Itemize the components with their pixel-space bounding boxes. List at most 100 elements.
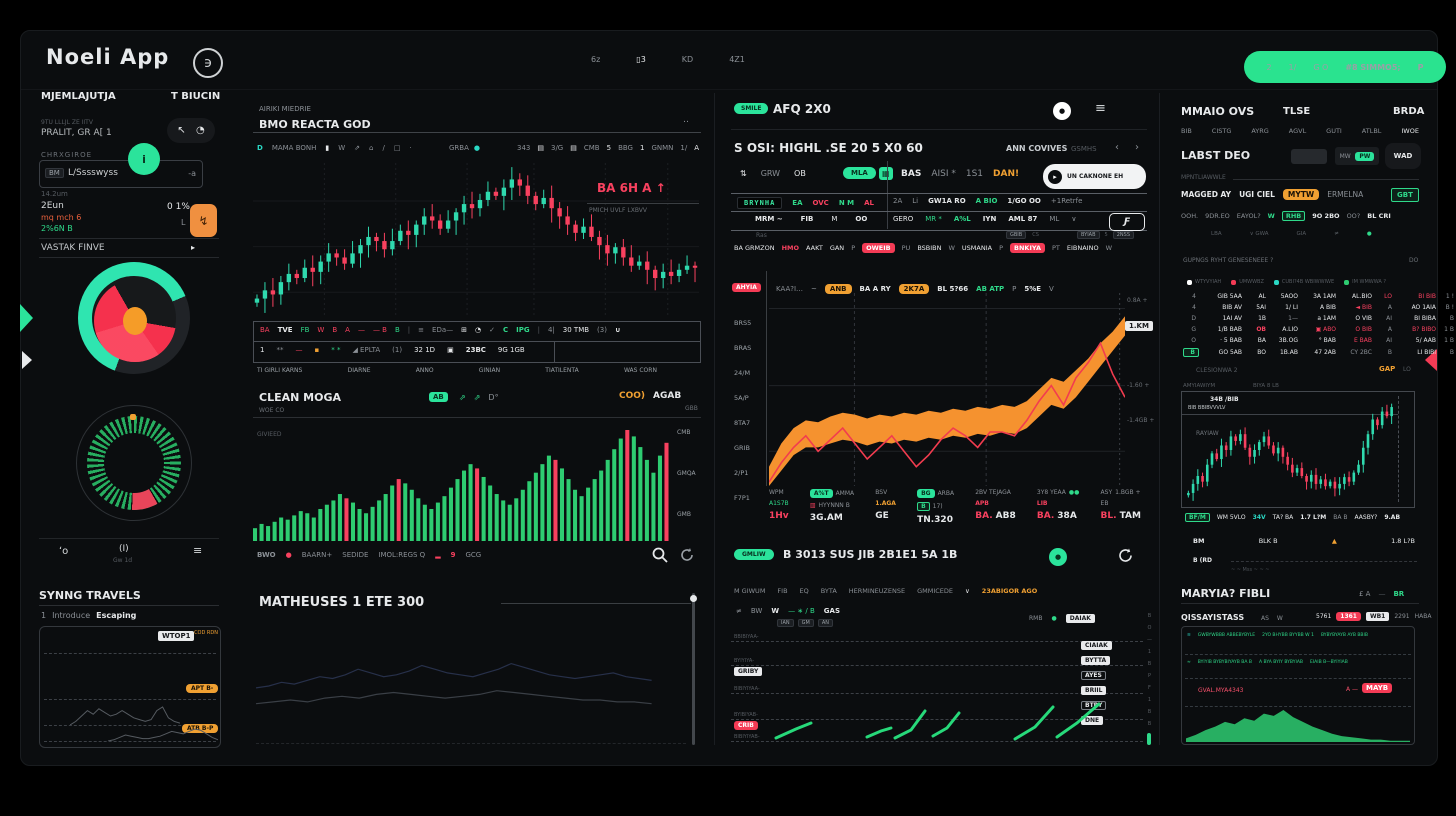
toolbar-item[interactable]: ⇗ bbox=[354, 144, 360, 152]
symbol-chip[interactable]: OWEIB bbox=[862, 243, 895, 253]
filter-pill[interactable]: MLA bbox=[843, 167, 876, 179]
ticker-item[interactable]: ▯3 bbox=[636, 55, 646, 64]
symbol-chip[interactable]: W bbox=[1106, 244, 1112, 252]
positions-header-item[interactable]: M GIWUM bbox=[734, 587, 765, 595]
orders-tab[interactable]: AS bbox=[1261, 615, 1269, 622]
symbol-chip[interactable]: EIBNAINO bbox=[1067, 244, 1099, 252]
toolbox-control[interactable]: 4| bbox=[548, 326, 555, 334]
filter-tag[interactable]: DAN! bbox=[993, 169, 1019, 179]
positions-header-item[interactable]: HERMINEUZENSE bbox=[849, 587, 905, 595]
legend-chip[interactable]: GM bbox=[798, 619, 814, 627]
toolbar-range-item[interactable]: 343 bbox=[517, 144, 530, 152]
symbol-chip[interactable]: BA GRMZON bbox=[734, 244, 775, 252]
legend-chip[interactable]: IAN bbox=[777, 619, 794, 627]
toolbar-range-item[interactable]: GNMN bbox=[651, 144, 673, 152]
toolbox-control[interactable]: — bbox=[358, 326, 365, 334]
toolbar-item[interactable]: ▮ bbox=[325, 144, 329, 152]
quick-action-button[interactable]: ↯ bbox=[190, 204, 217, 237]
toolbox-control[interactable]: IPG bbox=[516, 326, 529, 334]
footer-filter[interactable]: IMOL:REGS Q bbox=[378, 551, 425, 559]
toolbox-control[interactable]: ◔ bbox=[475, 326, 481, 334]
info-icon[interactable]: (I) bbox=[119, 544, 129, 554]
trend-arrow-icon[interactable]: D° bbox=[488, 393, 498, 402]
apt-badge[interactable]: APT B- bbox=[186, 684, 218, 693]
toolbox-stat[interactable]: — bbox=[295, 346, 302, 354]
filter-icon[interactable]: OB bbox=[794, 169, 806, 178]
chart-title-more[interactable]: ‥ bbox=[683, 115, 689, 125]
positions-header-item[interactable]: BYTA bbox=[821, 587, 837, 595]
toolbox-control[interactable]: B bbox=[332, 326, 337, 334]
search-icon[interactable] bbox=[651, 546, 669, 564]
toolbox-control[interactable]: A bbox=[345, 326, 350, 334]
magged-item[interactable]: MAGGED AY bbox=[1181, 190, 1231, 199]
ticker-item[interactable]: 4Z1 bbox=[729, 55, 745, 64]
toolbox-stat[interactable]: ▪ bbox=[314, 346, 319, 354]
symbol-chip[interactable]: BNKIYA bbox=[1010, 243, 1045, 253]
tiny-item[interactable]: ● bbox=[1367, 231, 1372, 237]
toolbar-range-item[interactable]: 1 bbox=[640, 144, 644, 152]
toolbox-control[interactable]: ≡ bbox=[418, 326, 424, 334]
notification-badge[interactable]: i bbox=[128, 143, 160, 175]
exchange-input[interactable]: BM L/Sssswyss -a bbox=[39, 160, 203, 188]
toolbar-range-item[interactable]: 1/ bbox=[680, 144, 687, 152]
record-button[interactable]: ● bbox=[1053, 102, 1071, 120]
gbt-badge[interactable]: GBT bbox=[1391, 188, 1419, 202]
trend-arrow-icon[interactable]: ⇗ bbox=[474, 393, 481, 402]
latest-input[interactable] bbox=[1291, 149, 1327, 164]
filter-tag[interactable]: 1S1 bbox=[966, 169, 983, 179]
trend-arrow-icon[interactable]: ⇗ bbox=[459, 393, 466, 402]
toolbox-stat[interactable]: ** bbox=[276, 346, 283, 354]
brand-mark-icon[interactable]: ϶ bbox=[193, 48, 223, 78]
menu-lines-icon[interactable]: ≡ bbox=[193, 544, 202, 557]
mini-chart-panel[interactable]: 34B /BIB BIB BBIBVVVLV RAYIAW bbox=[1181, 391, 1415, 508]
magged-item[interactable]: ERMELNA bbox=[1327, 190, 1363, 199]
footer-filter[interactable]: 9 bbox=[451, 551, 456, 559]
right-tab[interactable]: IWOE bbox=[1401, 127, 1419, 135]
right-tab[interactable]: GUTI bbox=[1326, 127, 1342, 135]
filter-grid-chip[interactable]: ▦ bbox=[879, 167, 893, 180]
footer-filter[interactable]: ▂ bbox=[435, 551, 440, 559]
toolbox-control[interactable]: ✓ bbox=[489, 326, 495, 334]
tiny-item[interactable]: ∨ GWA bbox=[1250, 231, 1269, 237]
filter-tag[interactable]: AISI * bbox=[931, 169, 956, 179]
toolbar-item[interactable]: D bbox=[257, 144, 263, 152]
vastak-cursor-icon[interactable]: ▸ bbox=[191, 243, 195, 252]
toolbar-item[interactable]: MAMA BONH bbox=[272, 144, 317, 152]
toolbar-range-item[interactable]: CMB bbox=[584, 144, 600, 152]
pill-icon[interactable]: ↖ bbox=[177, 125, 185, 136]
reload-icon[interactable] bbox=[1117, 547, 1134, 564]
session-go-button[interactable]: ● bbox=[1049, 548, 1067, 566]
toolbox-control[interactable]: | bbox=[408, 326, 410, 334]
toolbar-center-item[interactable]: GRBA bbox=[449, 144, 469, 152]
orders-right-item[interactable]: £ A bbox=[1359, 590, 1370, 598]
markets-scrollbar[interactable] bbox=[692, 593, 695, 745]
orderbook-table[interactable]: 4GIB 5AAAL5AOO3A 1AMAL.BIOLOBI BIB1 !4BI… bbox=[1183, 293, 1419, 357]
toolbar-item[interactable]: □ bbox=[394, 144, 401, 152]
right-tab[interactable]: AYRG bbox=[1251, 127, 1268, 135]
positions-header-item[interactable]: EQ bbox=[800, 587, 809, 595]
toolbar-range-item[interactable]: ▤ bbox=[537, 144, 544, 152]
right-tab[interactable]: ATLBL bbox=[1362, 127, 1382, 135]
symbol-chip[interactable]: PU bbox=[902, 244, 911, 252]
toolbox-stat[interactable]: 9G 1GB bbox=[498, 346, 525, 354]
tiny-item[interactable]: ≠ bbox=[1334, 231, 1339, 237]
toolbar-range-item[interactable]: ▤ bbox=[570, 144, 577, 152]
positions-header-item[interactable]: FIB bbox=[777, 587, 787, 595]
tiny-item[interactable]: LBA bbox=[1211, 231, 1222, 237]
symbol-chip[interactable]: PT bbox=[1052, 244, 1060, 252]
symbol-chip[interactable]: AAKT bbox=[806, 244, 823, 252]
primary-cta-button[interactable]: 21/G O#8 SIMMO5;P bbox=[1244, 51, 1446, 83]
toolbox-control[interactable]: (3) bbox=[597, 326, 607, 334]
positions-header-item[interactable]: GMMICEDE bbox=[917, 587, 953, 595]
volume-ab-badge[interactable]: AB bbox=[429, 392, 448, 402]
filter-icon[interactable]: ⇅ bbox=[740, 169, 747, 178]
wad-button[interactable]: WAD bbox=[1385, 143, 1421, 169]
toolbox-control[interactable]: FB bbox=[301, 326, 310, 334]
toolbox-control[interactable]: W bbox=[317, 326, 324, 334]
toolbar-range-item[interactable]: 5 bbox=[607, 144, 611, 152]
symbol-chip[interactable]: BSBIBN bbox=[917, 244, 941, 252]
toolbox-control[interactable]: ⊞ bbox=[461, 326, 467, 334]
legend-chip[interactable]: AN bbox=[818, 619, 833, 627]
toolbar-range-item[interactable]: A bbox=[694, 144, 699, 152]
symbol-chip[interactable]: W bbox=[948, 244, 954, 252]
